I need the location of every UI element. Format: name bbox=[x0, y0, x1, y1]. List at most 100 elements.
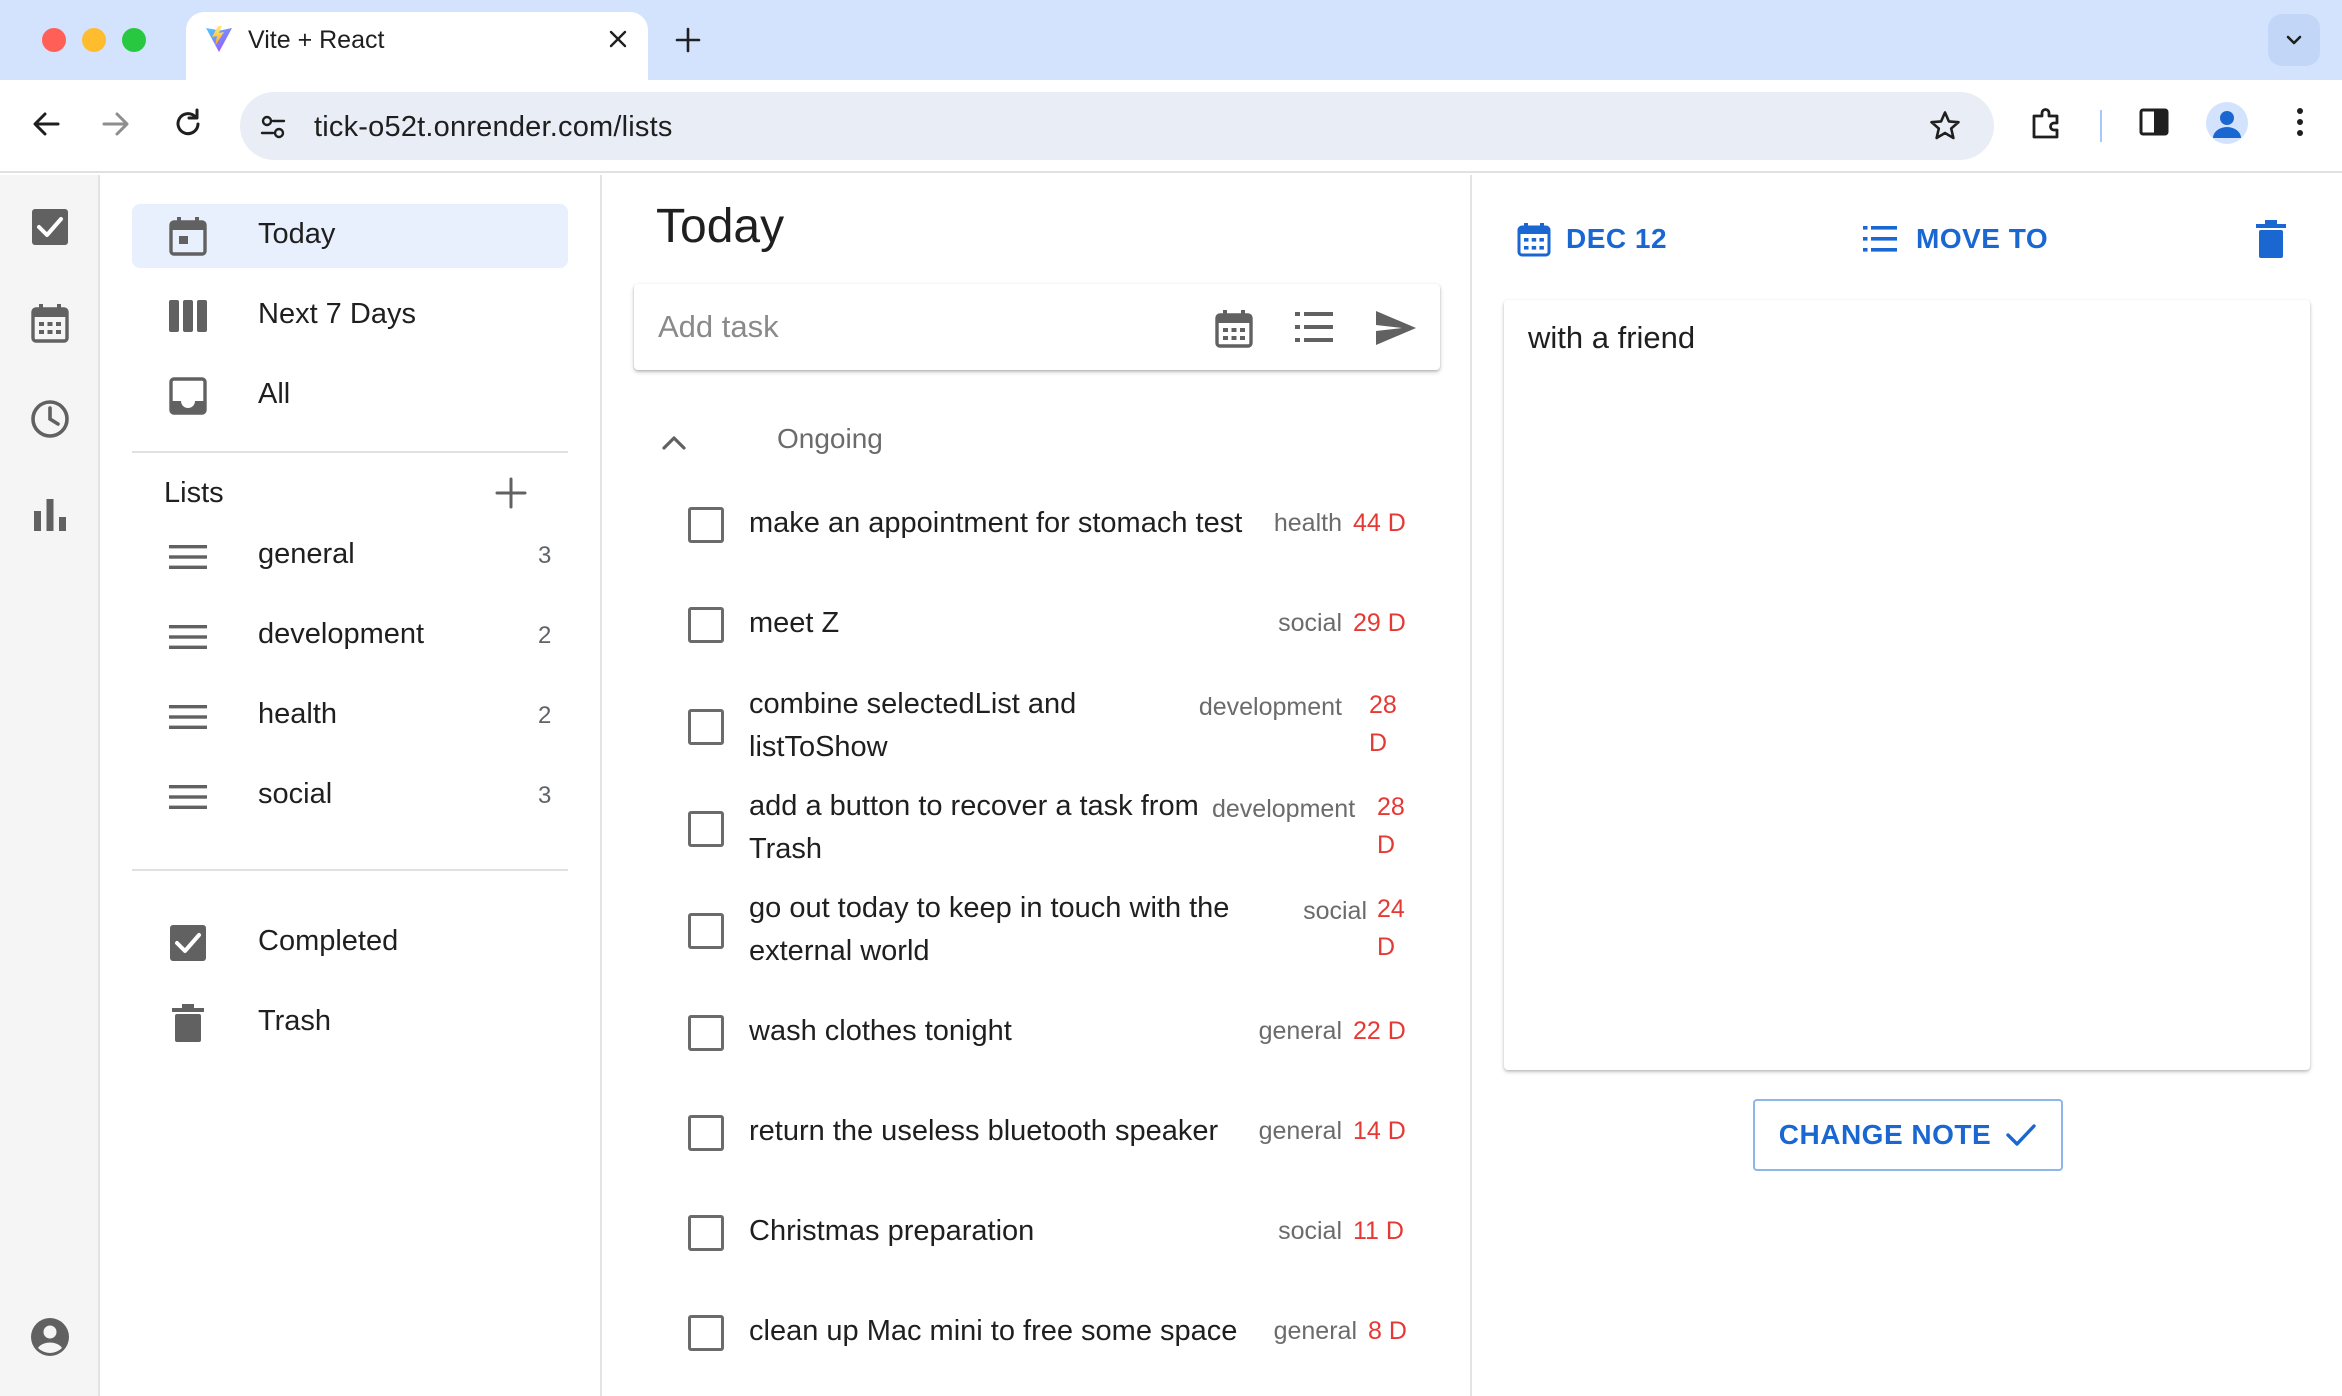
side-panel-icon[interactable] bbox=[2136, 104, 2172, 140]
app-root: Today Next 7 Days All Lists general 3 de… bbox=[0, 175, 2342, 1396]
sidebar-divider bbox=[132, 869, 568, 871]
reload-icon[interactable] bbox=[170, 106, 206, 142]
task-title: make an appointment for stomach test bbox=[749, 507, 1243, 539]
task-list-tag: social bbox=[1303, 897, 1367, 925]
browser-tabstrip: Vite + React bbox=[0, 0, 2342, 80]
sidebar-item-health[interactable]: health 2 bbox=[132, 684, 568, 748]
task-checkbox[interactable] bbox=[688, 507, 724, 543]
task-list-tag: general bbox=[1258, 1017, 1342, 1045]
bar-chart-icon[interactable] bbox=[28, 493, 72, 537]
browser-toolbar: tick-o52t.onrender.com/lists bbox=[0, 80, 2342, 173]
extensions-puzzle-icon[interactable] bbox=[2028, 104, 2066, 142]
task-title: meet Z bbox=[749, 607, 840, 639]
list-icon[interactable] bbox=[1862, 223, 1898, 255]
note-text: with a friend bbox=[1528, 320, 1696, 355]
due-date-button[interactable]: DEC 12 bbox=[1566, 223, 1667, 255]
task-checkbox[interactable] bbox=[688, 1015, 724, 1051]
task-title: wash clothes tonight bbox=[749, 1015, 1012, 1047]
list-lines-icon bbox=[168, 624, 208, 650]
sidebar-item-completed[interactable]: Completed bbox=[132, 911, 568, 975]
change-note-button[interactable]: CHANGE NOTE bbox=[1753, 1099, 2063, 1171]
url-text: tick-o52t.onrender.com/lists bbox=[314, 111, 673, 143]
task-checkbox[interactable] bbox=[688, 607, 724, 643]
task-checkbox[interactable] bbox=[688, 1115, 724, 1151]
sidebar-item-label: health bbox=[258, 698, 338, 730]
tab-search-button[interactable] bbox=[2268, 14, 2320, 66]
list-count: 2 bbox=[538, 702, 552, 729]
clock-icon[interactable] bbox=[28, 397, 72, 441]
address-bar[interactable]: tick-o52t.onrender.com/lists bbox=[240, 92, 1994, 160]
profile-avatar-icon[interactable] bbox=[2206, 102, 2248, 144]
send-icon[interactable] bbox=[1374, 309, 1418, 347]
task-due: 44 D bbox=[1353, 509, 1406, 537]
sidebar-item-label: Today bbox=[258, 218, 336, 250]
change-note-label: CHANGE NOTE bbox=[1778, 1119, 1992, 1150]
sidebar-item-general[interactable]: general 3 bbox=[132, 524, 568, 588]
task-due: 14 D bbox=[1353, 1117, 1406, 1145]
add-list-icon[interactable] bbox=[494, 476, 528, 510]
forward-arrow-icon[interactable] bbox=[98, 106, 134, 142]
task-due: 22 D bbox=[1353, 1017, 1406, 1045]
task-checkbox[interactable] bbox=[688, 1215, 724, 1251]
calendar-icon[interactable] bbox=[28, 301, 72, 345]
sidebar-item-all[interactable]: All bbox=[132, 364, 568, 428]
sidebar-divider bbox=[132, 451, 568, 453]
window-close-button[interactable] bbox=[42, 28, 66, 52]
move-to-button[interactable]: MOVE TO bbox=[1916, 223, 2048, 255]
sidebar-item-label: social bbox=[258, 778, 333, 810]
lists-heading: Lists bbox=[164, 477, 224, 509]
chevron-up-icon[interactable] bbox=[656, 425, 692, 461]
sidebar-item-trash[interactable]: Trash bbox=[132, 991, 568, 1055]
task-due: 11 D bbox=[1353, 1217, 1404, 1245]
toolbar-separator bbox=[2100, 110, 2102, 142]
select-list-icon[interactable] bbox=[1294, 310, 1334, 344]
view-week-icon bbox=[168, 296, 208, 336]
list-lines-icon bbox=[168, 784, 208, 810]
add-task-input[interactable] bbox=[634, 284, 1194, 370]
task-detail-panel: DEC 12 MOVE TO with a friend CHANGE NOTE bbox=[1474, 175, 2342, 1396]
note-editor[interactable]: with a friend bbox=[1504, 300, 2310, 1070]
vite-logo-icon bbox=[204, 24, 234, 54]
window-minimize-button[interactable] bbox=[82, 28, 106, 52]
sidebar-item-label: Next 7 Days bbox=[258, 298, 416, 330]
task-checkbox[interactable] bbox=[688, 1315, 724, 1351]
task-due: 28 D bbox=[1377, 793, 1405, 859]
bookmark-star-icon[interactable] bbox=[1928, 109, 1962, 143]
task-title: add a button to recover a task from Tras… bbox=[749, 790, 1199, 865]
task-title: go out today to keep in touch with the e… bbox=[749, 892, 1230, 967]
check-icon bbox=[2005, 1121, 2037, 1149]
task-checkbox[interactable] bbox=[688, 709, 724, 745]
task-list-tag: development bbox=[1198, 693, 1342, 721]
delete-task-icon[interactable] bbox=[2254, 219, 2288, 259]
account-icon[interactable] bbox=[28, 1315, 72, 1359]
list-count: 3 bbox=[538, 542, 552, 569]
task-due: 24 D bbox=[1377, 895, 1405, 961]
check-box-icon bbox=[168, 923, 208, 963]
task-due: 28 D bbox=[1369, 691, 1397, 757]
checkbox-icon[interactable] bbox=[28, 205, 72, 249]
inbox-icon bbox=[168, 376, 208, 416]
due-date-icon[interactable] bbox=[1214, 308, 1254, 348]
task-list-tag: social bbox=[1278, 609, 1342, 637]
task-checkbox[interactable] bbox=[688, 811, 724, 847]
browser-tab[interactable]: Vite + React bbox=[186, 12, 648, 80]
sidebar-item-label: general bbox=[258, 538, 355, 570]
back-arrow-icon[interactable] bbox=[28, 106, 64, 142]
list-count: 2 bbox=[538, 622, 552, 649]
list-lines-icon bbox=[168, 704, 208, 730]
site-info-icon[interactable] bbox=[258, 112, 288, 142]
more-vert-icon[interactable] bbox=[2282, 104, 2318, 140]
list-count: 3 bbox=[538, 782, 552, 809]
calendar-icon[interactable] bbox=[1516, 221, 1552, 257]
sidebar-item-social[interactable]: social 3 bbox=[132, 764, 568, 828]
tab-close-icon[interactable] bbox=[608, 29, 628, 49]
trash-icon bbox=[168, 1003, 208, 1043]
page-title: Today bbox=[656, 200, 785, 253]
group-label-ongoing: Ongoing bbox=[777, 423, 883, 454]
sidebar-item-today[interactable]: Today bbox=[132, 204, 568, 268]
sidebar-item-next-7-days[interactable]: Next 7 Days bbox=[132, 284, 568, 348]
new-tab-icon[interactable] bbox=[672, 24, 704, 56]
sidebar-item-development[interactable]: development 2 bbox=[132, 604, 568, 668]
task-checkbox[interactable] bbox=[688, 913, 724, 949]
window-zoom-button[interactable] bbox=[122, 28, 146, 52]
